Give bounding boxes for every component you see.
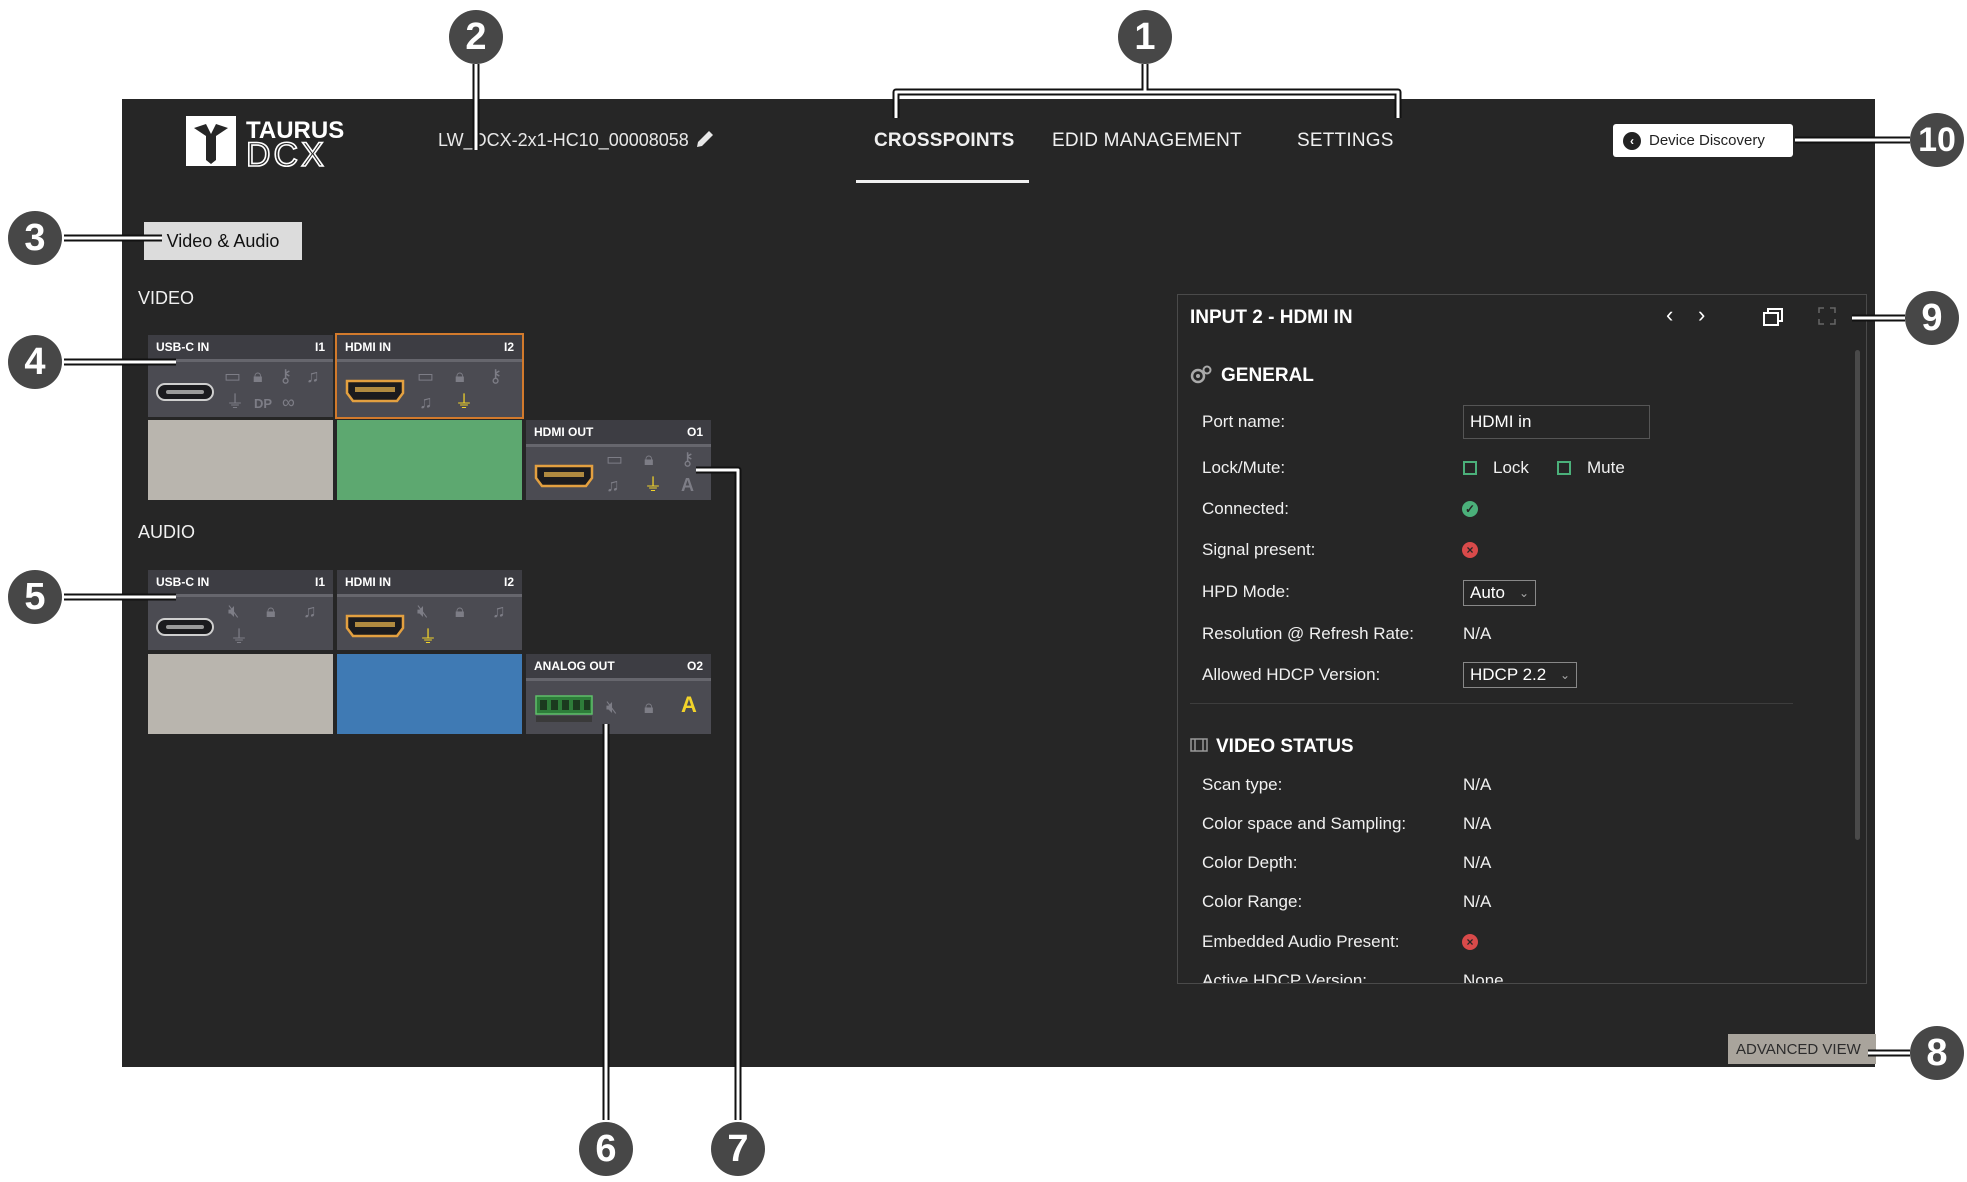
callout-1: 1 (1118, 10, 1172, 64)
callout-4: 4 (8, 335, 62, 389)
callout-10: 10 (1910, 113, 1964, 167)
callout-2: 2 (449, 10, 503, 64)
callout-9: 9 (1905, 291, 1959, 345)
callout-3: 3 (8, 211, 62, 265)
callout-6: 6 (579, 1122, 633, 1176)
callout-5: 5 (8, 570, 62, 624)
callout-8: 8 (1910, 1026, 1964, 1080)
callout-leader-lines (64, 64, 1910, 1120)
callout-7: 7 (711, 1122, 765, 1176)
